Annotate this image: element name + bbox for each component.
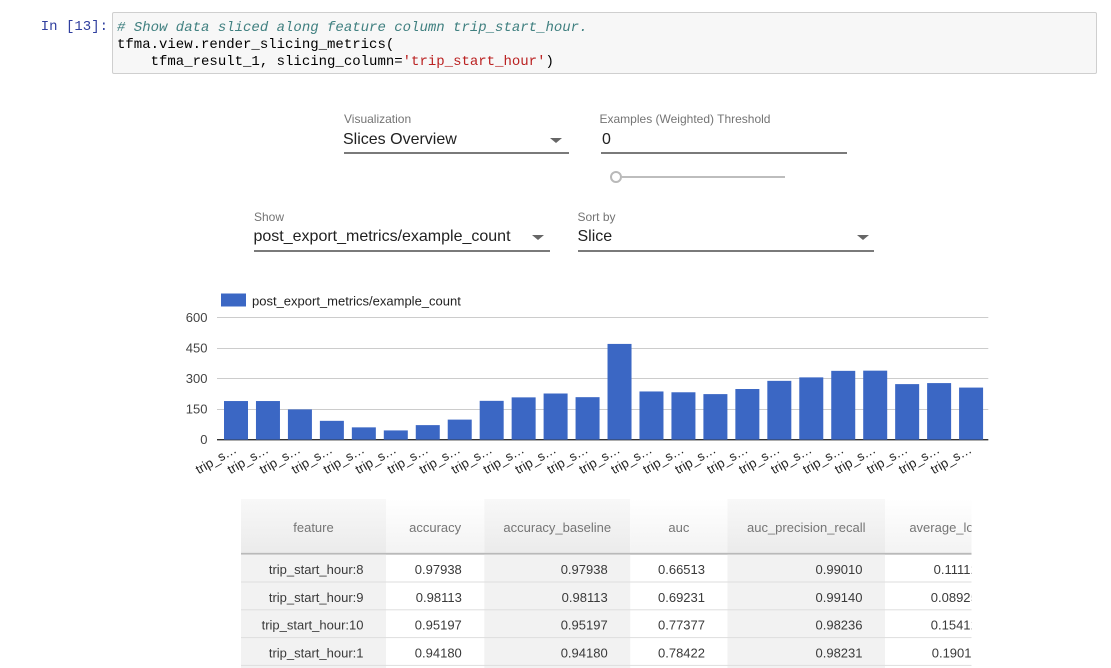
svg-text:600: 600	[186, 310, 208, 325]
svg-text:300: 300	[186, 371, 208, 386]
svg-text:0.98236: 0.98236	[816, 618, 863, 633]
svg-text:trip_start_hour:1: trip_start_hour:1	[269, 645, 364, 660]
svg-text:0.111125: 0.111125	[934, 562, 985, 577]
svg-text:post_export_metrics/example_co: post_export_metrics/example_count	[252, 294, 461, 309]
svg-text:trip_start_hour:9: trip_start_hour:9	[269, 590, 364, 605]
svg-text:0.94180: 0.94180	[561, 645, 608, 660]
svg-text:0.69231: 0.69231	[658, 590, 705, 605]
svg-text:0.99140: 0.99140	[816, 590, 863, 605]
svg-text:average_loss: average_loss	[909, 520, 987, 535]
svg-text:0.95197: 0.95197	[415, 618, 462, 633]
svg-text:0.98113: 0.98113	[562, 590, 608, 605]
svg-text:trip_start_hour:10: trip_start_hour:10	[262, 618, 364, 633]
svg-text:0.089253: 0.089253	[931, 590, 985, 605]
svg-text:0.98231: 0.98231	[816, 645, 863, 660]
svg-text:0: 0	[200, 432, 207, 447]
svg-text:0.154122: 0.154122	[931, 618, 985, 633]
svg-text:0.97938: 0.97938	[415, 562, 462, 577]
svg-text:0.77377: 0.77377	[658, 618, 705, 633]
svg-text:feature: feature	[293, 520, 333, 535]
svg-text:0.98113: 0.98113	[416, 590, 462, 605]
svg-text:0.78422: 0.78422	[658, 645, 705, 660]
svg-text:450: 450	[186, 340, 208, 355]
svg-text:0.94180: 0.94180	[415, 645, 462, 660]
svg-text:0.190112: 0.190112	[932, 645, 985, 660]
svg-text:0.97938: 0.97938	[561, 562, 608, 577]
svg-text:trip_start_hour:8: trip_start_hour:8	[269, 562, 364, 577]
svg-text:auc: auc	[668, 520, 689, 535]
svg-text:0.66513: 0.66513	[658, 562, 705, 577]
svg-text:accuracy_baseline: accuracy_baseline	[503, 520, 611, 535]
svg-text:accuracy: accuracy	[409, 520, 462, 535]
svg-text:0.95197: 0.95197	[561, 618, 608, 633]
svg-text:150: 150	[186, 402, 208, 417]
svg-text:0.99010: 0.99010	[816, 562, 863, 577]
svg-text:auc_precision_recall: auc_precision_recall	[747, 520, 866, 535]
